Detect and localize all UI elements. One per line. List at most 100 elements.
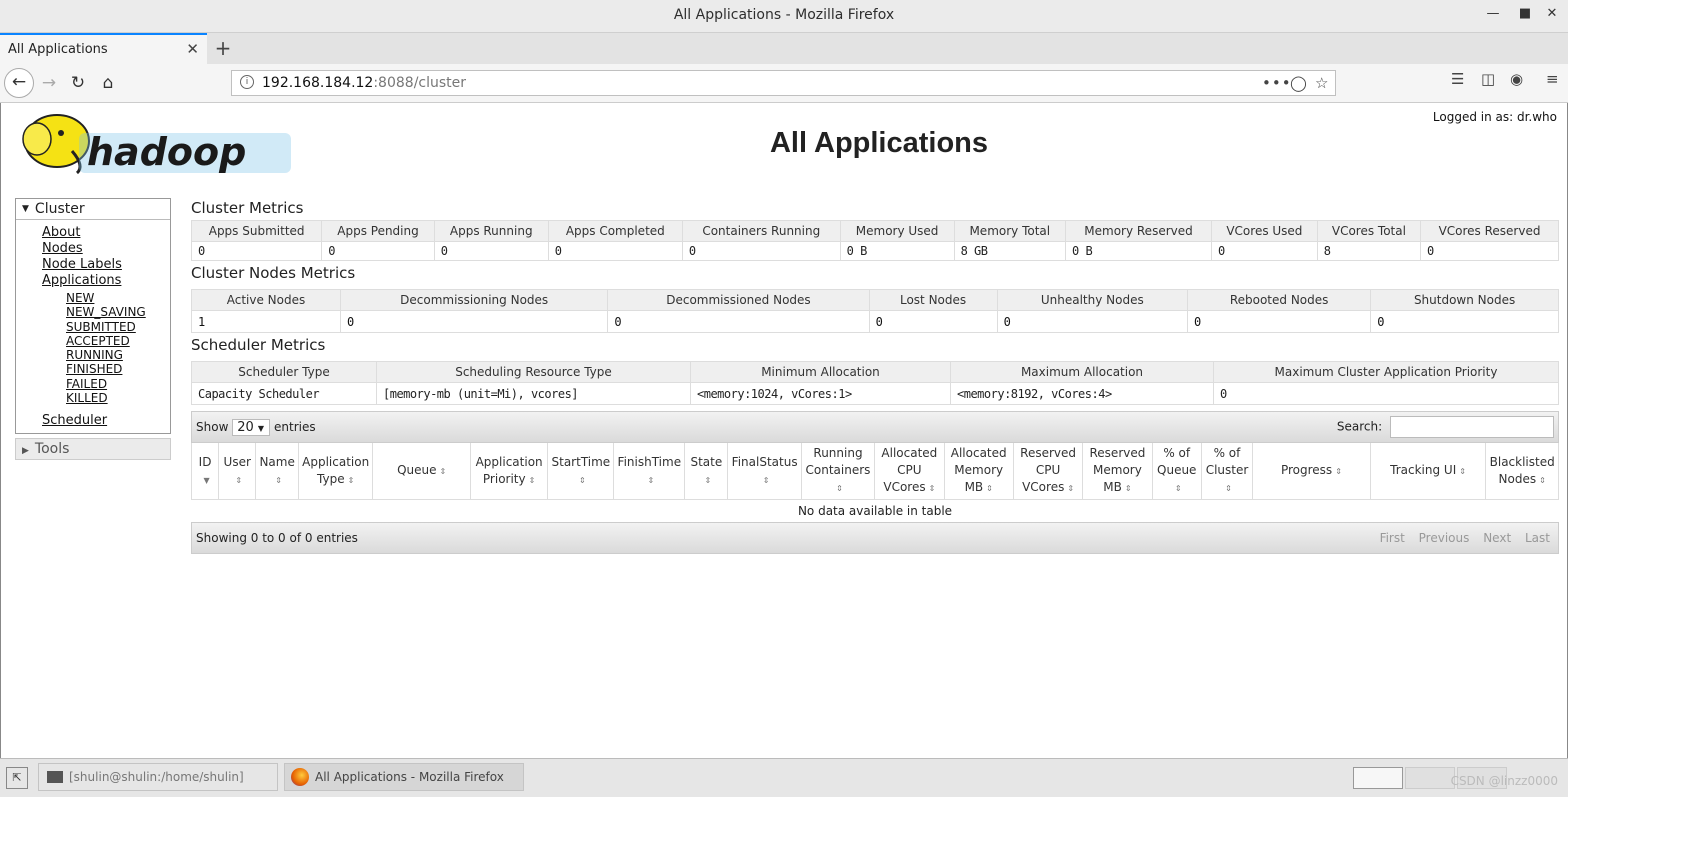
active-nodes-link[interactable]: 1 — [198, 315, 205, 329]
col-header-finishtime[interactable]: FinishTime ⇕ — [613, 443, 686, 500]
pager-next[interactable]: Next — [1483, 531, 1511, 545]
sidebar-link-about[interactable]: About — [42, 225, 170, 241]
scheduler-value: 0 — [1213, 382, 1559, 405]
expanded-triangle-icon: ▼ — [22, 204, 29, 214]
page-actions-icon[interactable]: ••• — [1262, 74, 1292, 92]
app-state-new[interactable]: NEW — [66, 291, 170, 305]
terminal-task[interactable]: [shulin@shulin:/home/shulin] — [38, 763, 278, 791]
pocket-icon[interactable]: ◯ — [1290, 74, 1307, 92]
sort-icon: ⇕ — [647, 475, 655, 485]
scheduler-value: [memory-mb (unit=Mi), vcores] — [376, 382, 691, 405]
sidebar-toggle-icon[interactable]: ◫ — [1481, 70, 1495, 88]
app-state-running[interactable]: RUNNING — [66, 348, 170, 362]
col-label: Name — [259, 454, 295, 469]
new-tab-icon[interactable]: + — [214, 36, 232, 60]
pager-first[interactable]: First — [1380, 531, 1405, 545]
sort-icon: ⇕ — [928, 484, 936, 493]
app-state-killed[interactable]: KILLED — [66, 391, 170, 405]
app-state-accepted[interactable]: ACCEPTED — [66, 334, 170, 348]
col-header-reserved-memory[interactable]: Reserved Memory MB ⇕ — [1082, 443, 1153, 500]
url-rest: :8088/cluster — [373, 75, 467, 91]
page-size-value: 20 — [237, 420, 254, 435]
page-content: hadoop All Applications Logged in as: dr… — [0, 103, 1568, 758]
col-header-application-priority[interactable]: Application Priority ⇕ — [469, 443, 549, 500]
col-header-name[interactable]: Name ⇕ — [255, 443, 299, 500]
col-header-user[interactable]: User ⇕ — [218, 443, 257, 500]
app-state-failed[interactable]: FAILED — [66, 377, 170, 391]
metric-value: 0 — [681, 241, 841, 261]
scheduler-metrics-table: Scheduler Type Scheduling Resource Type … — [191, 361, 1559, 405]
reload-icon[interactable]: ↻ — [65, 70, 91, 96]
decommissioned-nodes-link[interactable]: 0 — [614, 315, 621, 329]
apps-table: ID ▼ User ⇕ Name ⇕ Application Type ⇕ Queue ⇕… — [190, 443, 1559, 522]
search-input[interactable] — [1390, 416, 1554, 438]
metric-header: Apps Completed — [547, 220, 683, 242]
bookmark-star-icon[interactable]: ☆ — [1315, 74, 1328, 92]
minimize-icon[interactable]: — — [1483, 6, 1503, 21]
col-header-allocated-cpu[interactable]: Allocated CPU VCores ⇕ — [874, 443, 945, 500]
page-size-select[interactable]: 20 ▼ — [232, 419, 271, 436]
pager-last[interactable]: Last — [1525, 531, 1550, 545]
workspace-2[interactable] — [1405, 767, 1455, 789]
col-label: Application Type — [302, 454, 370, 486]
close-window-icon[interactable]: ✕ — [1542, 6, 1562, 21]
sidebar: ▼ Cluster About Nodes Node Labels Applica… — [15, 198, 171, 461]
url-bar[interactable]: i 192.168.184.12:8088/cluster ••• ◯ ☆ — [231, 70, 1336, 96]
col-header-tracking-ui[interactable]: Tracking UI ⇕ — [1369, 443, 1487, 500]
unhealthy-nodes-link[interactable]: 0 — [1004, 315, 1011, 329]
firefox-task[interactable]: All Applications - Mozilla Firefox — [284, 763, 524, 791]
menu-icon[interactable]: ≡ — [1546, 70, 1559, 88]
col-header-blacklisted-nodes[interactable]: Blacklisted Nodes ⇕ — [1485, 443, 1559, 500]
tab-close-icon[interactable]: ✕ — [186, 40, 199, 58]
metric-value: 0 — [190, 241, 323, 261]
app-state-finished[interactable]: FINISHED — [66, 362, 170, 376]
col-header-id[interactable]: ID ▼ — [190, 443, 220, 500]
col-header-starttime[interactable]: StartTime ⇕ — [547, 443, 615, 500]
metric-header: Memory Reserved — [1064, 220, 1213, 242]
home-icon[interactable]: ⌂ — [95, 70, 121, 96]
table-info: Showing 0 to 0 of 0 entries — [196, 531, 358, 545]
col-label: % of Queue — [1157, 446, 1197, 477]
workspace-1[interactable] — [1353, 767, 1403, 789]
scheduler-value: <memory:1024, vCores:1> — [690, 382, 951, 405]
site-info-icon[interactable]: i — [240, 75, 254, 89]
show-desktop-icon[interactable]: ⇱ — [6, 767, 28, 789]
col-header-finalstatus[interactable]: FinalStatus ⇕ — [727, 443, 802, 500]
node-metrics-table: Active Nodes Decommissioning Nodes Decom… — [191, 289, 1559, 333]
cluster-metrics-title: Cluster Metrics — [191, 199, 304, 217]
sidebar-link-nodes[interactable]: Nodes — [42, 241, 170, 257]
maximize-icon[interactable]: ■ — [1515, 6, 1535, 21]
col-header-state[interactable]: State ⇕ — [684, 443, 729, 500]
sidebar-link-applications[interactable]: Applications — [42, 273, 170, 289]
col-header-reserved-cpu[interactable]: Reserved CPU VCores ⇕ — [1012, 443, 1084, 500]
pager-previous[interactable]: Previous — [1419, 531, 1470, 545]
col-header-pct-cluster[interactable]: % of Cluster ⇕ — [1200, 443, 1254, 500]
apps-table-controls: Show 20 ▼ entries Search: — [191, 411, 1559, 443]
lost-nodes-link[interactable]: 0 — [876, 315, 883, 329]
metric-header: Apps Pending — [321, 220, 435, 242]
cluster-menu-header[interactable]: ▼ Cluster — [16, 199, 170, 220]
account-icon[interactable]: ◉ — [1510, 70, 1523, 88]
col-header-application-type[interactable]: Application Type ⇕ — [297, 443, 374, 500]
back-icon[interactable]: ← — [4, 68, 34, 98]
decommissioning-nodes-link[interactable]: 0 — [347, 315, 354, 329]
col-header-allocated-memory[interactable]: Allocated Memory MB ⇕ — [943, 443, 1014, 500]
sidebar-link-node-labels[interactable]: Node Labels — [42, 257, 170, 273]
col-header-progress[interactable]: Progress ⇕ — [1252, 443, 1371, 500]
library-icon[interactable]: ☰ — [1451, 70, 1464, 88]
col-label: Tracking UI — [1390, 463, 1457, 477]
col-header-queue[interactable]: Queue ⇕ — [372, 443, 471, 500]
browser-tab[interactable]: All Applications ✕ — [0, 33, 207, 64]
sidebar-link-scheduler[interactable]: Scheduler — [42, 413, 170, 429]
rebooted-nodes-link[interactable]: 0 — [1194, 315, 1201, 329]
node-metric-header: Active Nodes — [191, 289, 341, 311]
shutdown-nodes-link[interactable]: 0 — [1377, 315, 1384, 329]
col-header-pct-queue[interactable]: % of Queue ⇕ — [1151, 443, 1202, 500]
col-header-running-containers[interactable]: Running Containers ⇕ — [800, 443, 876, 500]
metric-header: Apps Running — [433, 220, 549, 242]
forward-icon[interactable]: → — [36, 70, 62, 96]
app-state-new-saving[interactable]: NEW_SAVING — [66, 305, 170, 319]
app-state-submitted[interactable]: SUBMITTED — [66, 320, 170, 334]
tools-menu-header[interactable]: ▶ Tools — [15, 438, 171, 461]
firefox-icon — [291, 768, 309, 786]
